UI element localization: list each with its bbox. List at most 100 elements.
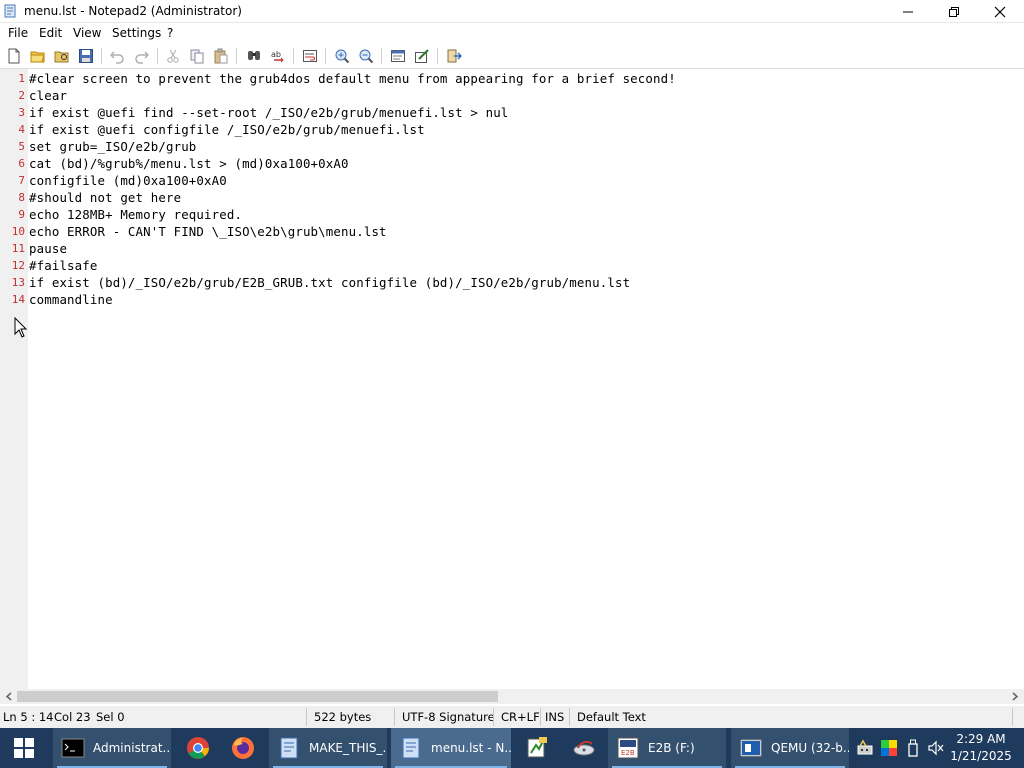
title-bar[interactable]: menu.lst - Notepad2 (Administrator) <box>0 0 1024 23</box>
save-button[interactable] <box>77 47 95 65</box>
status-insert-mode[interactable]: INS <box>545 710 564 724</box>
menu-file[interactable]: File <box>6 25 30 41</box>
code-line[interactable]: cat (bd)/%grub%/menu.lst > (md)0xa100+0x… <box>29 156 349 171</box>
line-number: 7 <box>18 174 25 187</box>
taskbar: Administrat... MAKE_THIS_... menu.lst - … <box>0 728 1024 768</box>
undo-icon <box>109 51 124 64</box>
volume-tray-icon[interactable] <box>926 738 946 758</box>
copy-button[interactable] <box>188 47 206 65</box>
start-button[interactable] <box>0 728 48 768</box>
zoom-in-icon <box>335 49 350 64</box>
restore-button[interactable] <box>931 0 977 23</box>
line-number: 11 <box>11 242 25 255</box>
redo-button[interactable] <box>133 47 151 65</box>
customize-button[interactable] <box>413 47 431 65</box>
scroll-right-button[interactable] <box>1008 690 1022 703</box>
copy-icon <box>190 49 204 64</box>
menu-edit[interactable]: Edit <box>37 25 64 41</box>
code-line[interactable]: echo ERROR - CAN'T FIND \_ISO\e2b\grub\m… <box>29 224 387 239</box>
minimize-button[interactable] <box>885 0 931 23</box>
horizontal-scrollbar[interactable] <box>0 689 1024 704</box>
status-line-endings[interactable]: CR+LF <box>501 710 540 724</box>
system-clock[interactable]: 2:29 AM 1/21/2025 <box>946 731 1016 765</box>
line-number: 6 <box>18 157 25 170</box>
taskbar-item-menu-lst[interactable]: menu.lst - N... <box>391 728 511 768</box>
zoom-out-button[interactable] <box>357 47 375 65</box>
notepad2-app-icon[interactable] <box>4 4 16 18</box>
notepad2-icon <box>402 737 420 759</box>
line-number: 2 <box>18 89 25 102</box>
cut-icon <box>167 49 179 63</box>
exit-button[interactable] <box>445 47 463 65</box>
word-wrap-button[interactable] <box>301 47 319 65</box>
scheme-button[interactable] <box>389 47 407 65</box>
text-editor[interactable]: 1 #clear screen to prevent the grub4dos d… <box>0 69 1024 689</box>
code-line[interactable]: if exist (bd)/_ISO/e2b/grub/E2B_GRUB.txt… <box>29 275 630 290</box>
status-file-size: 522 bytes <box>314 710 372 724</box>
line-number: 3 <box>18 106 25 119</box>
code-line[interactable]: if exist @uefi find --set-root /_ISO/e2b… <box>29 105 508 120</box>
scheme-icon <box>391 50 405 62</box>
status-encoding[interactable]: UTF-8 Signature <box>402 710 495 724</box>
status-column: Col 23 <box>54 710 91 724</box>
save-icon <box>79 49 93 63</box>
taskbar-item-e2b-drive[interactable]: E2B E2B (F:) <box>608 728 726 768</box>
svg-text:E2B: E2B <box>621 749 635 757</box>
code-line[interactable]: if exist @uefi configfile /_ISO/e2b/grub… <box>29 122 425 137</box>
zoom-in-button[interactable] <box>333 47 351 65</box>
code-line[interactable]: echo 128MB+ Memory required. <box>29 207 242 222</box>
new-button[interactable] <box>5 47 23 65</box>
taskbar-item-label: QEMU (32-b... <box>771 741 849 755</box>
scrollbar-thumb[interactable] <box>17 691 498 702</box>
status-selection: Sel 0 <box>96 710 125 724</box>
browse-button[interactable] <box>53 47 71 65</box>
open-button[interactable] <box>29 47 47 65</box>
paste-icon <box>214 48 228 64</box>
line-number: 5 <box>18 140 25 153</box>
taskbar-item-firefox[interactable] <box>221 728 265 768</box>
line-number: 1 <box>18 72 25 85</box>
paste-button[interactable] <box>212 47 230 65</box>
exit-icon <box>447 49 462 63</box>
menu-view[interactable]: View <box>71 25 103 41</box>
code-line[interactable]: set grub=_ISO/e2b/grub <box>29 139 196 154</box>
menu-settings[interactable]: Settings <box>110 25 163 41</box>
code-line[interactable]: commandline <box>29 292 113 307</box>
replace-button[interactable]: ab <box>269 47 287 65</box>
usb-tray-icon[interactable] <box>903 738 923 758</box>
taskbar-item-disk-tool[interactable] <box>562 728 606 768</box>
undo-button[interactable] <box>108 47 126 65</box>
mute-icon <box>928 740 944 756</box>
code-line[interactable]: #failsafe <box>29 258 98 273</box>
status-bar: Ln 5 : 14 Col 23 Sel 0 522 bytes UTF-8 S… <box>0 706 1024 728</box>
taskbar-item-make-this[interactable]: MAKE_THIS_... <box>269 728 387 768</box>
customize-icon <box>415 49 429 63</box>
find-button[interactable] <box>245 47 263 65</box>
code-line[interactable]: #should not get here <box>29 190 181 205</box>
chrome-icon <box>187 737 209 759</box>
redo-icon <box>135 51 150 64</box>
taskbar-item-chrome[interactable] <box>176 728 220 768</box>
taskbar-item-qemu[interactable]: QEMU (32-b... <box>731 728 849 768</box>
word-wrap-icon <box>303 50 317 62</box>
status-scheme[interactable]: Default Text <box>577 710 646 724</box>
taskbar-item-admin-console[interactable]: Administrat... <box>53 728 171 768</box>
scroll-left-button[interactable] <box>2 690 16 703</box>
menu-help[interactable]: ? <box>165 25 175 41</box>
close-button[interactable] <box>977 0 1023 23</box>
replace-icon: ab <box>271 50 284 63</box>
taskbar-item-script-editor[interactable] <box>515 728 559 768</box>
taskbar-item-label: MAKE_THIS_... <box>309 741 387 755</box>
code-line[interactable]: pause <box>29 241 67 256</box>
network-tool-tray-icon[interactable] <box>855 738 875 758</box>
code-line[interactable]: configfile (md)0xa100+0xA0 <box>29 173 227 188</box>
code-line[interactable]: clear <box>29 88 67 103</box>
firefox-icon <box>232 737 254 759</box>
line-number: 13 <box>11 276 25 289</box>
cut-button[interactable] <box>164 47 182 65</box>
code-line[interactable]: #clear screen to prevent the grub4dos de… <box>29 71 676 86</box>
mouse-pointer-icon <box>14 317 28 338</box>
color-tray-icon[interactable] <box>879 738 899 758</box>
svg-text:ab: ab <box>271 50 281 59</box>
zoom-out-icon <box>359 49 374 64</box>
